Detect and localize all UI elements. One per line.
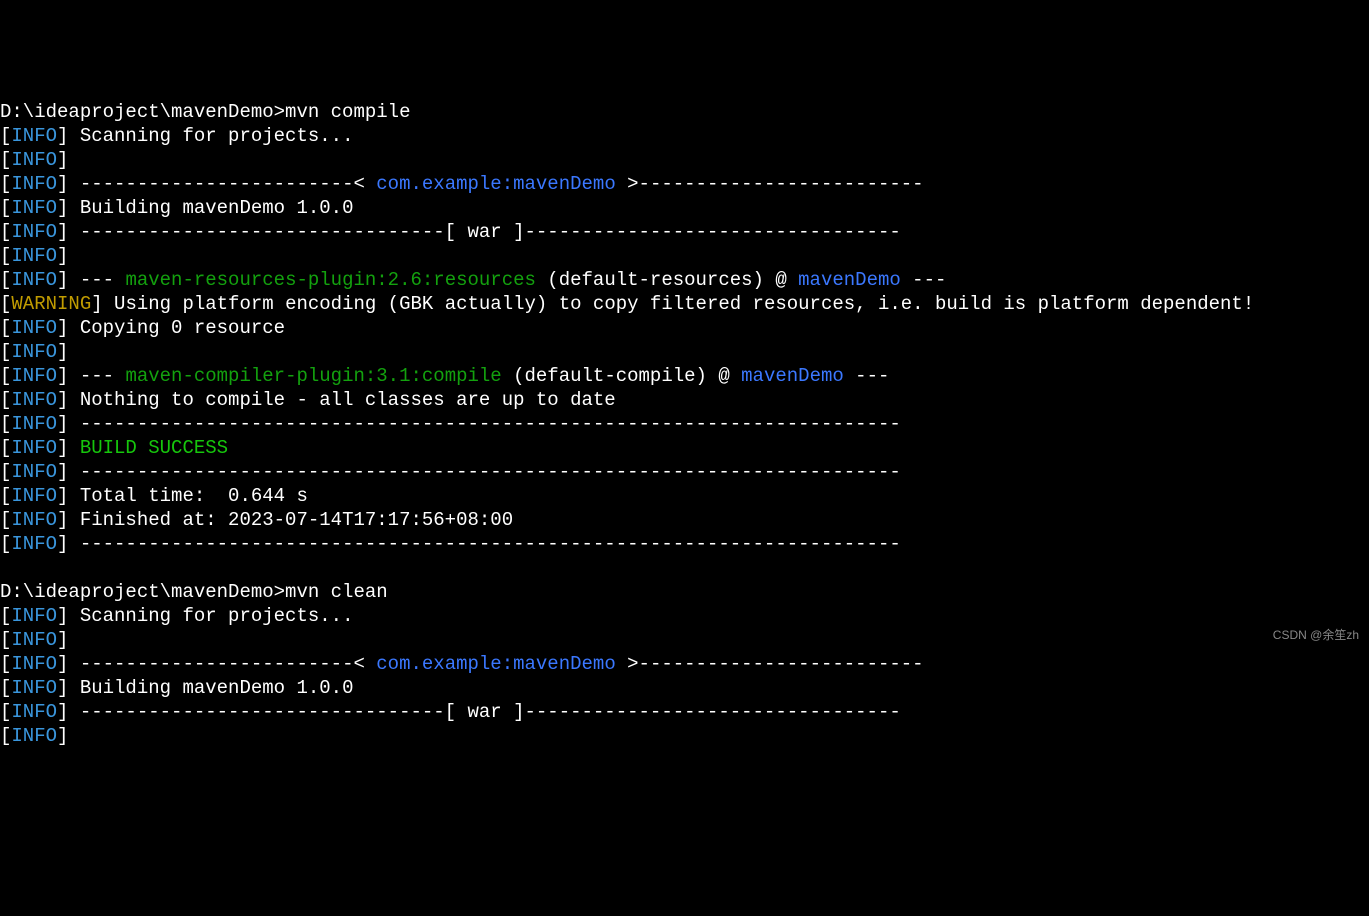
project-name: mavenDemo <box>798 269 901 291</box>
project-name: mavenDemo <box>741 365 844 387</box>
log-text: ----------------------------------------… <box>68 413 900 435</box>
info-label: INFO <box>11 437 57 459</box>
log-line: [INFO] Nothing to compile - all classes … <box>0 388 1369 412</box>
log-line: [INFO] ---------------------------------… <box>0 532 1369 556</box>
info-label: INFO <box>11 341 57 363</box>
log-line: [INFO] --- maven-compiler-plugin:3.1:com… <box>0 364 1369 388</box>
log-text: Finished at: 2023-07-14T17:17:56+08:00 <box>68 509 513 531</box>
info-label: INFO <box>11 365 57 387</box>
prompt-line-2[interactable]: D:\ideaproject\mavenDemo>mvn clean <box>0 580 1369 604</box>
project-name: com.example:mavenDemo <box>376 653 615 675</box>
log-text: >------------------------- <box>616 173 924 195</box>
warning-label: WARNING <box>11 293 91 315</box>
log-line: [INFO] ---------------------------------… <box>0 460 1369 484</box>
log-line: [INFO] <box>0 628 1369 652</box>
build-success: BUILD SUCCESS <box>68 437 228 459</box>
watermark: CSDN @余笙zh <box>1273 623 1359 647</box>
log-text: ----------------------------------------… <box>68 533 900 555</box>
log-line: [INFO] ---------------------------------… <box>0 412 1369 436</box>
info-label: INFO <box>11 389 57 411</box>
log-text: --- <box>68 269 125 291</box>
prompt-command: mvn clean <box>285 581 388 603</box>
log-line: [INFO] ------------------------< com.exa… <box>0 652 1369 676</box>
prompt-path: D:\ideaproject\mavenDemo> <box>0 101 285 123</box>
plugin-name: maven-compiler-plugin:3.1:compile <box>125 365 501 387</box>
log-text: (default-resources) @ <box>536 269 798 291</box>
log-line: [INFO] Building mavenDemo 1.0.0 <box>0 196 1369 220</box>
log-line: [INFO] Finished at: 2023-07-14T17:17:56+… <box>0 508 1369 532</box>
log-text: Building mavenDemo 1.0.0 <box>68 677 353 699</box>
log-line: [INFO] Building mavenDemo 1.0.0 <box>0 676 1369 700</box>
prompt-command: mvn compile <box>285 101 410 123</box>
log-line: [INFO] ------------------------< com.exa… <box>0 172 1369 196</box>
log-text: --- <box>901 269 947 291</box>
log-line: [INFO] BUILD SUCCESS <box>0 436 1369 460</box>
log-text: Building mavenDemo 1.0.0 <box>68 197 353 219</box>
log-text: ------------------------< <box>68 653 376 675</box>
project-name: com.example:mavenDemo <box>376 173 615 195</box>
terminal-output: D:\ideaproject\mavenDemo>mvn compile[INF… <box>0 100 1369 748</box>
info-label: INFO <box>11 221 57 243</box>
info-label: INFO <box>11 125 57 147</box>
log-line: [INFO] --- maven-resources-plugin:2.6:re… <box>0 268 1369 292</box>
log-text: Using platform encoding (GBK actually) t… <box>103 293 1255 315</box>
log-line: [INFO] <box>0 340 1369 364</box>
log-text: Scanning for projects... <box>68 605 353 627</box>
blank-line <box>0 556 1369 580</box>
info-label: INFO <box>11 725 57 747</box>
log-text: --- <box>68 365 125 387</box>
log-text: --------------------------------[ war ]-… <box>68 221 900 243</box>
log-text: Copying 0 resource <box>68 317 285 339</box>
log-text: --------------------------------[ war ]-… <box>68 701 900 723</box>
info-label: INFO <box>11 197 57 219</box>
log-text: Nothing to compile - all classes are up … <box>68 389 615 411</box>
info-label: INFO <box>11 413 57 435</box>
info-label: INFO <box>11 605 57 627</box>
log-text: Scanning for projects... <box>68 125 353 147</box>
info-label: INFO <box>11 653 57 675</box>
plugin-name: maven-resources-plugin:2.6:resources <box>125 269 535 291</box>
info-label: INFO <box>11 245 57 267</box>
info-label: INFO <box>11 629 57 651</box>
log-line: [INFO] --------------------------------[… <box>0 220 1369 244</box>
info-label: INFO <box>11 533 57 555</box>
log-line: [INFO] Copying 0 resource <box>0 316 1369 340</box>
log-text: >------------------------- <box>616 653 924 675</box>
log-line: [INFO] --------------------------------[… <box>0 700 1369 724</box>
info-label: INFO <box>11 149 57 171</box>
log-line: [INFO] Scanning for projects... <box>0 124 1369 148</box>
log-text: Total time: 0.644 s <box>68 485 307 507</box>
info-label: INFO <box>11 173 57 195</box>
log-text: ------------------------< <box>68 173 376 195</box>
info-label: INFO <box>11 701 57 723</box>
log-text: ----------------------------------------… <box>68 461 900 483</box>
info-label: INFO <box>11 269 57 291</box>
log-line: [INFO] <box>0 148 1369 172</box>
log-text: (default-compile) @ <box>502 365 741 387</box>
log-line: [WARNING] Using platform encoding (GBK a… <box>0 292 1369 316</box>
info-label: INFO <box>11 485 57 507</box>
log-line: [INFO] <box>0 724 1369 748</box>
log-line: [INFO] <box>0 244 1369 268</box>
log-line: [INFO] Scanning for projects... <box>0 604 1369 628</box>
info-label: INFO <box>11 317 57 339</box>
prompt-line-1[interactable]: D:\ideaproject\mavenDemo>mvn compile <box>0 100 1369 124</box>
log-line: [INFO] Total time: 0.644 s <box>0 484 1369 508</box>
prompt-path: D:\ideaproject\mavenDemo> <box>0 581 285 603</box>
log-text: --- <box>844 365 890 387</box>
info-label: INFO <box>11 677 57 699</box>
info-label: INFO <box>11 509 57 531</box>
info-label: INFO <box>11 461 57 483</box>
